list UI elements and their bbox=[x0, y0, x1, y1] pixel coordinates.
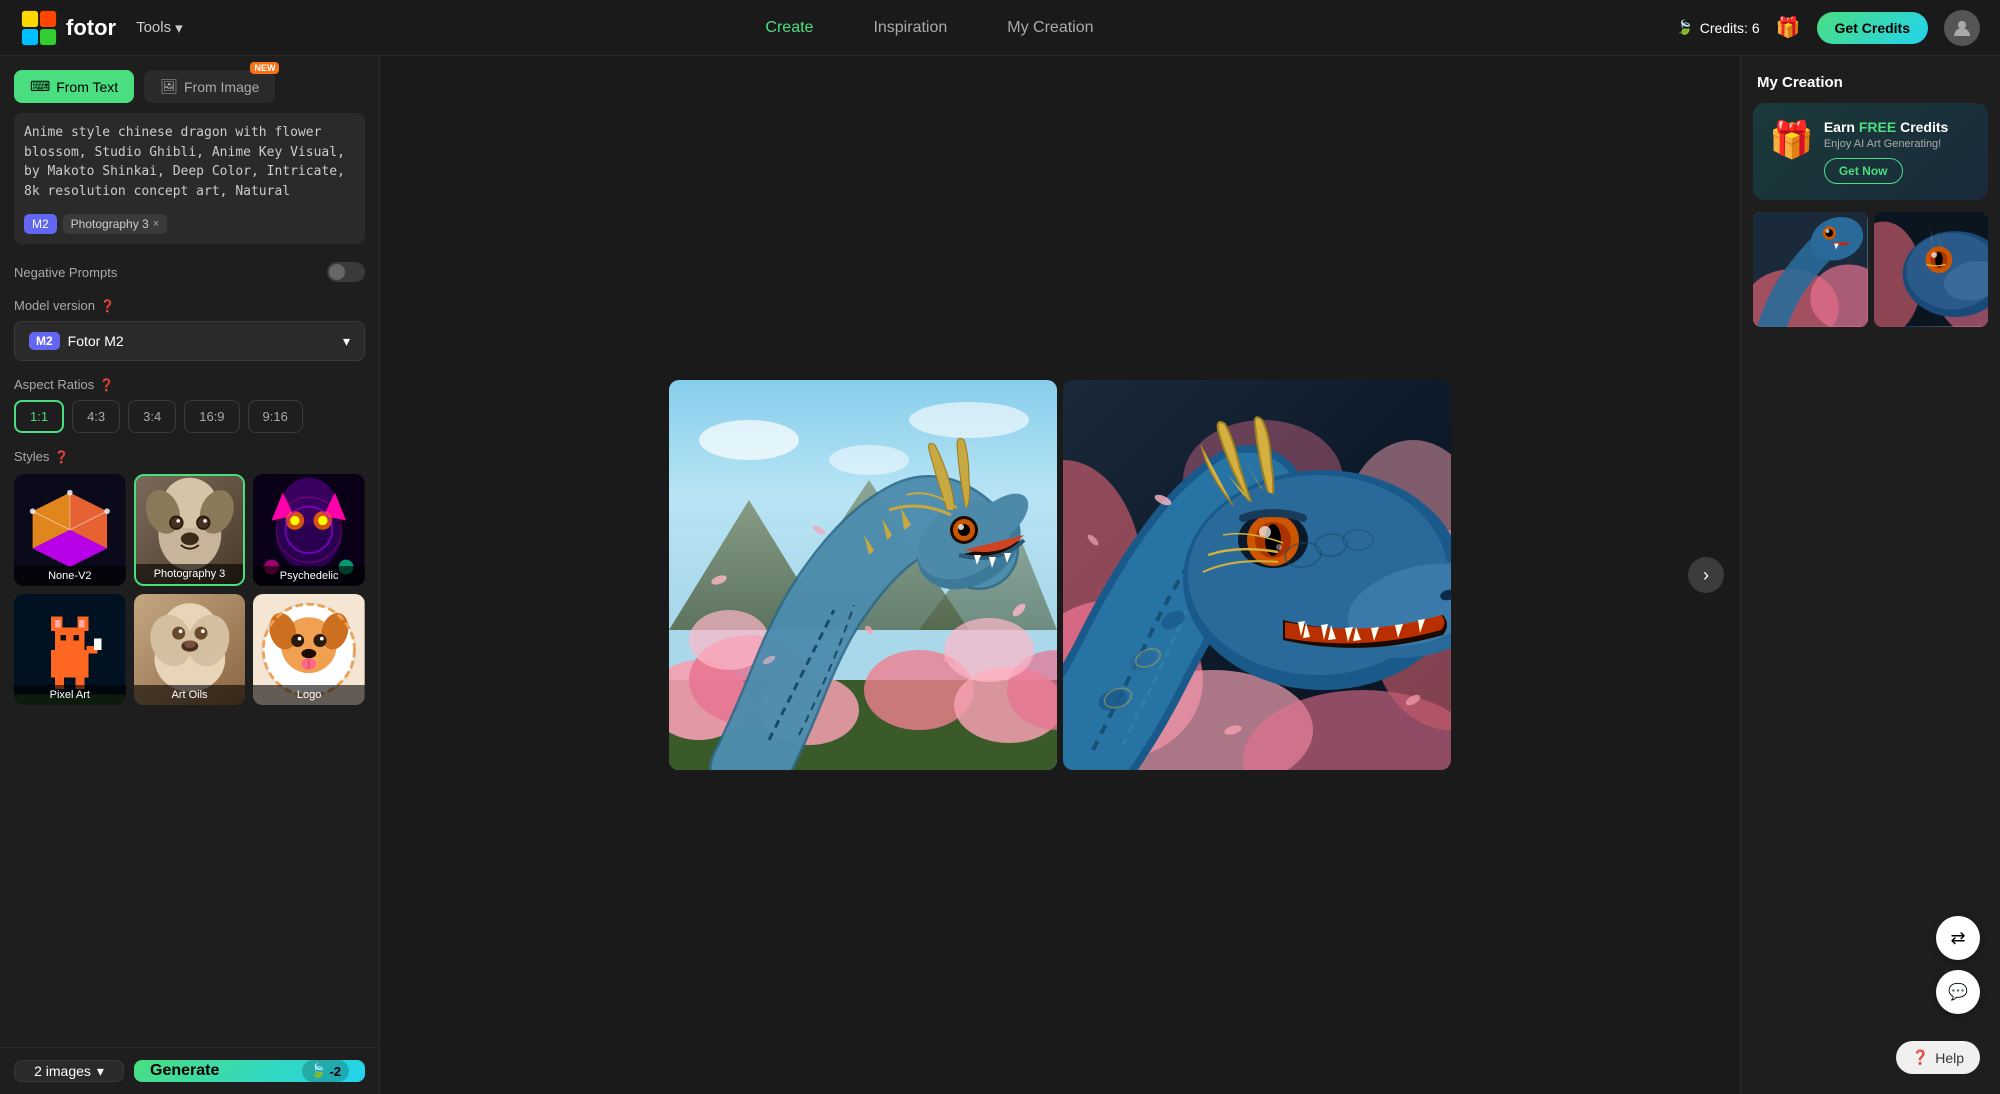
gift-icon[interactable]: 🎁 bbox=[1776, 15, 1801, 40]
style-pixel-art-label: Pixel Art bbox=[14, 685, 126, 705]
from-image-tab[interactable]: 🖼 From Image NEW bbox=[144, 70, 275, 103]
get-credits-button[interactable]: Get Credits bbox=[1817, 12, 1928, 44]
next-image-button[interactable]: › bbox=[1688, 557, 1724, 593]
styles-grid: None-V2 bbox=[14, 474, 365, 705]
fotor-logo-icon bbox=[20, 9, 58, 47]
m2-tag: M2 bbox=[24, 214, 57, 234]
negative-prompts-toggle[interactable] bbox=[327, 262, 365, 282]
ratio-16-9-button[interactable]: 16:9 bbox=[184, 400, 239, 433]
prompt-input[interactable]: Anime style chinese dragon with flower b… bbox=[24, 123, 355, 203]
chevron-down-icon: ▾ bbox=[175, 19, 183, 37]
aspect-ratios-section: Aspect Ratios ❓ 1:1 4:3 3:4 16:9 9:16 bbox=[0, 369, 379, 441]
main-layout: ⌨ From Text 🖼 From Image NEW Anime style… bbox=[0, 56, 2000, 1094]
generated-image-right[interactable] bbox=[1063, 380, 1451, 770]
style-none-v2[interactable]: None-V2 bbox=[14, 474, 126, 586]
leaf-icon: 🍃 bbox=[310, 1063, 326, 1079]
style-art-oils-label: Art Oils bbox=[134, 685, 246, 705]
ratio-3-4-button[interactable]: 3:4 bbox=[128, 400, 176, 433]
chat-button[interactable]: 💬 bbox=[1936, 970, 1980, 1014]
style-pixel-art[interactable]: Pixel Art bbox=[14, 594, 126, 706]
tag-remove-button[interactable]: × bbox=[153, 218, 159, 230]
image-icon: 🖼 bbox=[160, 78, 178, 95]
creation-thumb-1[interactable] bbox=[1753, 212, 1868, 327]
tools-menu-button[interactable]: Tools ▾ bbox=[136, 19, 183, 37]
credits-badge: 🍃 Credits: 6 bbox=[1676, 19, 1759, 36]
style-none-v2-label: None-V2 bbox=[14, 566, 126, 586]
nav-create[interactable]: Create bbox=[765, 19, 813, 37]
model-select-dropdown[interactable]: M2 Fotor M2 ▾ bbox=[14, 321, 365, 361]
ratio-buttons-row: 1:1 4:3 3:4 16:9 9:16 bbox=[14, 400, 365, 433]
earn-credits-gift-icon: 🎁 bbox=[1769, 119, 1814, 161]
dragon-left-svg bbox=[669, 380, 1057, 770]
get-now-button[interactable]: Get Now bbox=[1824, 158, 1903, 184]
help-button[interactable]: ❓ Help bbox=[1896, 1041, 1980, 1074]
prompt-tags: M2 Photography 3 × bbox=[24, 214, 355, 234]
negative-prompts-label: Negative Prompts bbox=[14, 265, 117, 280]
text-icon: ⌨ bbox=[30, 78, 50, 95]
style-photography3-label: Photography 3 bbox=[136, 564, 244, 584]
avatar[interactable] bbox=[1944, 10, 1980, 46]
style-logo[interactable]: Logo bbox=[253, 594, 365, 706]
m2-model-badge: M2 bbox=[29, 332, 60, 350]
logo-text: fotor bbox=[66, 15, 116, 41]
images-count-select[interactable]: 2 images ▾ bbox=[14, 1060, 124, 1082]
header-right: 🍃 Credits: 6 🎁 Get Credits bbox=[1676, 10, 1980, 46]
styles-section: Styles ❓ bbox=[0, 441, 379, 713]
logo-area: fotor bbox=[20, 9, 116, 47]
ratio-9-16-button[interactable]: 9:16 bbox=[248, 400, 303, 433]
negative-prompts-row: Negative Prompts bbox=[0, 254, 379, 290]
earn-credits-text: Earn FREE Credits Enjoy AI Art Generatin… bbox=[1824, 119, 1972, 184]
translate-button[interactable]: ⇄ bbox=[1936, 916, 1980, 960]
sidebar-footer: 2 images ▾ Generate 🍃 -2 bbox=[0, 1047, 379, 1094]
photography3-tag: Photography 3 × bbox=[63, 214, 168, 234]
from-text-tab[interactable]: ⌨ From Text bbox=[14, 70, 134, 103]
prompt-area: Anime style chinese dragon with flower b… bbox=[14, 113, 365, 244]
dragon-images-container bbox=[669, 380, 1451, 770]
generation-tabs: ⌨ From Text 🖼 From Image NEW bbox=[0, 56, 379, 113]
earn-credits-title: Earn FREE Credits bbox=[1824, 119, 1972, 135]
translate-icon: ⇄ bbox=[1950, 928, 1965, 949]
generate-button[interactable]: Generate 🍃 -2 bbox=[134, 1060, 365, 1082]
generate-cost-badge: 🍃 -2 bbox=[302, 1060, 349, 1082]
creation-thumbnails bbox=[1741, 212, 2000, 327]
right-panel-title: My Creation bbox=[1741, 56, 2000, 103]
dragon-right-svg bbox=[1063, 380, 1451, 770]
left-sidebar: ⌨ From Text 🖼 From Image NEW Anime style… bbox=[0, 56, 380, 1094]
nav-my-creation[interactable]: My Creation bbox=[1007, 19, 1093, 37]
style-logo-label: Logo bbox=[253, 685, 365, 705]
style-psychedelic[interactable]: Psychedelic bbox=[253, 474, 365, 586]
chevron-down-icon: ▾ bbox=[343, 333, 350, 350]
main-content: › bbox=[380, 56, 1740, 1094]
help-icon: ❓ bbox=[54, 450, 69, 464]
help-circle-icon: ❓ bbox=[1912, 1049, 1929, 1066]
chevron-down-icon: ▾ bbox=[97, 1063, 104, 1080]
model-version-section: Model version ❓ M2 Fotor M2 ▾ bbox=[0, 290, 379, 369]
nav-inspiration[interactable]: Inspiration bbox=[873, 19, 947, 37]
style-art-oils[interactable]: Art Oils bbox=[134, 594, 246, 706]
aspect-ratios-label: Aspect Ratios ❓ bbox=[14, 377, 365, 392]
style-psychedelic-label: Psychedelic bbox=[253, 566, 365, 586]
main-nav: Create Inspiration My Creation bbox=[183, 19, 1677, 37]
model-select-inner: M2 Fotor M2 bbox=[29, 332, 124, 350]
ratio-1-1-button[interactable]: 1:1 bbox=[14, 400, 64, 433]
new-badge: NEW bbox=[250, 62, 279, 74]
help-icon: ❓ bbox=[100, 299, 115, 313]
style-photography3[interactable]: Photography 3 bbox=[134, 474, 246, 586]
help-icon: ❓ bbox=[99, 378, 114, 392]
header: fotor Tools ▾ Create Inspiration My Crea… bbox=[0, 0, 2000, 56]
earn-credits-subtitle: Enjoy AI Art Generating! bbox=[1824, 138, 1972, 150]
floating-action-buttons: ⇄ 💬 bbox=[1936, 916, 1980, 1014]
earn-credits-card: 🎁 Earn FREE Credits Enjoy AI Art Generat… bbox=[1753, 103, 1988, 200]
generated-image-left[interactable] bbox=[669, 380, 1057, 770]
leaf-icon: 🍃 bbox=[1676, 19, 1693, 36]
chat-icon: 💬 bbox=[1948, 982, 1968, 1002]
styles-label: Styles ❓ bbox=[14, 449, 365, 464]
ratio-4-3-button[interactable]: 4:3 bbox=[72, 400, 120, 433]
model-version-label: Model version ❓ bbox=[14, 298, 365, 313]
creation-thumb-2[interactable] bbox=[1874, 212, 1989, 327]
